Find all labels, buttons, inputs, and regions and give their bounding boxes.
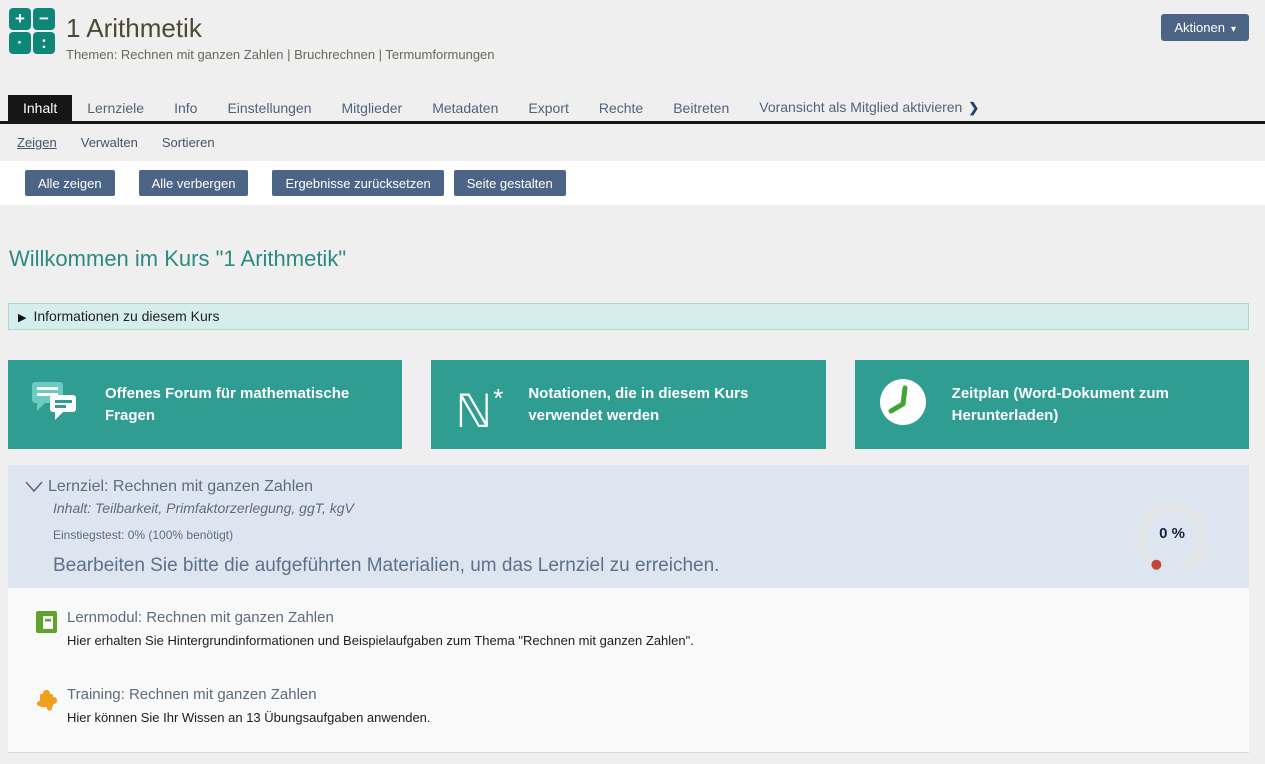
actions-button[interactable]: Aktionen ▾ [1161,14,1249,41]
actions-button-label: Aktionen [1174,20,1225,35]
tab-metadaten[interactable]: Metadaten [417,95,513,121]
tab-voransicht[interactable]: Voransicht als Mitglied aktivieren ❯ [744,94,994,121]
tab-rechte[interactable]: Rechte [584,95,658,121]
main-content: Willkommen im Kurs "1 Arithmetik" ▶ Infor… [0,246,1265,753]
subtab-zeigen[interactable]: Zeigen [17,135,57,150]
tab-einstellungen[interactable]: Einstellungen [212,95,326,121]
course-info-accordion[interactable]: ▶ Informationen zu diesem Kurs [8,303,1249,330]
course-topics: Themen: Rechnen mit ganzen Zahlen | Bruc… [66,47,1265,62]
exercise-puzzle-icon [36,687,58,711]
subtab-bar: Zeigen Verwalten Sortieren [0,124,1265,161]
objective-panel: Lernziel: Rechnen mit ganzen Zahlen Inha… [8,465,1249,588]
tab-lernziele[interactable]: Lernziele [72,95,159,121]
chevron-down-icon [25,481,43,493]
accordion-label: Informationen zu diesem Kurs [33,308,219,324]
welcome-heading: Willkommen im Kurs "1 Arithmetik" [8,246,1249,272]
reset-results-button[interactable]: Ergebnisse zurücksetzen [272,170,443,196]
course-math-logo-icon: + − · : [9,8,55,54]
tab-export[interactable]: Export [513,95,583,121]
asterisk-glyph: * [493,383,503,413]
subtab-verwalten[interactable]: Verwalten [81,135,138,150]
shortcut-cards: Offenes Forum für mathematische Fragen ℕ… [8,360,1249,449]
objective-subtitle: Inhalt: Teilbarkeit, Primfaktorzerlegung… [53,500,1233,516]
progress-value: 0 % [1132,525,1212,542]
forum-card-label: Offenes Forum für mathematische Fragen [105,383,390,427]
objective-title: Lernziel: Rechnen mit ganzen Zahlen [48,478,313,496]
lernmodul-link[interactable]: Lernmodul: Rechnen mit ganzen Zahlen [67,609,334,626]
schedule-card-label: Zeitplan (Word-Dokument zum Herunterlade… [952,383,1237,427]
tab-voransicht-label: Voransicht als Mitglied aktivieren [759,99,962,115]
page-title: 1 Arithmetik [66,0,1265,44]
dot-icon: · [9,32,31,54]
schedule-card[interactable]: Zeitplan (Word-Dokument zum Herunterlade… [855,360,1249,449]
course-page: + − · : 1 Arithmetik Themen: Rechnen mit… [0,0,1265,764]
show-all-button[interactable]: Alle zeigen [25,170,115,196]
forum-card[interactable]: Offenes Forum für mathematische Fragen [8,360,402,449]
learning-module-icon [36,610,58,634]
tab-beitreten[interactable]: Beitreten [658,95,744,121]
design-page-button[interactable]: Seite gestalten [454,170,566,196]
progress-gauge: 0 % [1132,498,1212,578]
materials-list: Lernmodul: Rechnen mit ganzen Zahlen Hie… [8,588,1249,753]
tab-info[interactable]: Info [159,95,212,121]
tab-mitglieder[interactable]: Mitglieder [327,95,418,121]
caret-down-icon: ▾ [1231,24,1236,35]
objective-toggle[interactable]: Lernziel: Rechnen mit ganzen Zahlen [25,478,1233,496]
subtab-sortieren[interactable]: Sortieren [162,135,215,150]
double-struck-n-glyph: ℕ [455,385,492,437]
clock-icon [875,378,931,431]
notation-card[interactable]: ℕ* Notationen, die in diesem Kurs verwen… [431,360,825,449]
training-description: Hier können Sie Ihr Wissen an 13 Übungsa… [67,710,431,725]
tab-bar: Inhalt Lernziele Info Einstellungen Mitg… [0,95,1265,124]
tab-inhalt[interactable]: Inhalt [8,95,72,121]
minus-icon: − [33,8,55,30]
notation-card-label: Notationen, die in diesem Kurs verwendet… [528,383,813,427]
chevron-right-icon: ❯ [968,100,979,115]
notation-n-star-icon: ℕ* [451,374,507,435]
forum-icon [28,379,84,430]
colon-icon: : [33,32,55,54]
course-header: + − · : 1 Arithmetik Themen: Rechnen mit… [0,0,1265,95]
objective-test-status: Einstiegstest: 0% (100% benötigt) [53,528,1233,542]
hide-all-button[interactable]: Alle verbergen [139,170,249,196]
objective-instruction: Bearbeiten Sie bitte die aufgeführten Ma… [53,555,1233,577]
plus-icon: + [9,8,31,30]
lernmodul-description: Hier erhalten Sie Hintergrundinformation… [67,633,694,648]
list-item-training: Training: Rechnen mit ganzen Zahlen Hier… [36,686,1249,725]
progress-marker-dot [1151,560,1161,570]
triangle-right-icon: ▶ [18,312,26,324]
training-link[interactable]: Training: Rechnen mit ganzen Zahlen [67,686,317,703]
toolbar: Alle zeigen Alle verbergen Ergebnisse zu… [0,161,1265,205]
list-item-lernmodul: Lernmodul: Rechnen mit ganzen Zahlen Hie… [36,609,1249,648]
